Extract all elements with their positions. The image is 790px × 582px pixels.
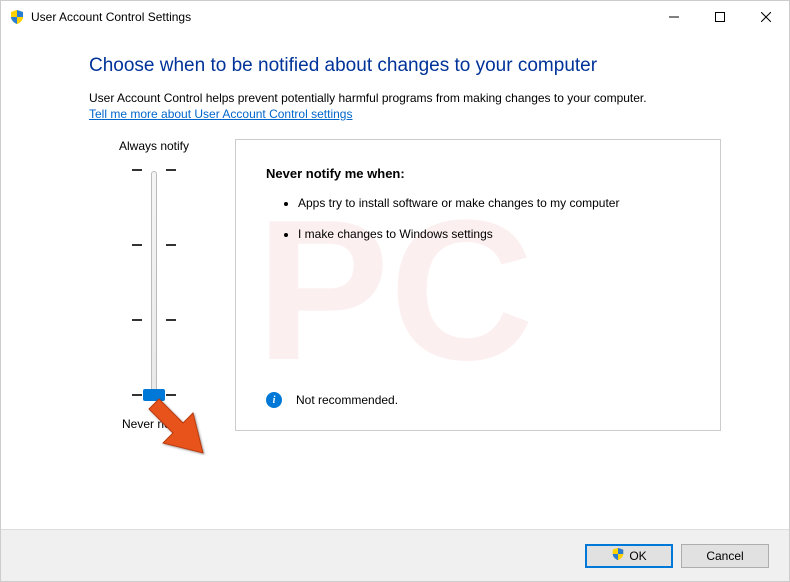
- content-area: Choose when to be notified about changes…: [1, 33, 789, 431]
- slider-bottom-label: Never notify: [89, 417, 219, 431]
- ok-button[interactable]: OK: [585, 544, 673, 568]
- shield-icon: [611, 547, 625, 564]
- slider-tick: [166, 169, 176, 171]
- footer-bar: OK Cancel: [1, 529, 789, 581]
- panel-bullet-list: Apps try to install software or make cha…: [266, 195, 690, 243]
- recommendation-row: i Not recommended.: [266, 392, 398, 408]
- slider-tick: [166, 319, 176, 321]
- recommendation-text: Not recommended.: [296, 393, 398, 407]
- info-icon: i: [266, 392, 282, 408]
- maximize-button[interactable]: [697, 1, 743, 33]
- slider-tick: [132, 244, 142, 246]
- cancel-button[interactable]: Cancel: [681, 544, 769, 568]
- slider-tick: [132, 319, 142, 321]
- panel-bullet: I make changes to Windows settings: [298, 226, 690, 243]
- cancel-button-label: Cancel: [706, 549, 743, 563]
- titlebar: User Account Control Settings: [1, 1, 789, 33]
- slider-tick: [166, 244, 176, 246]
- minimize-button[interactable]: [651, 1, 697, 33]
- slider-thumb[interactable]: [143, 389, 165, 401]
- window-title: User Account Control Settings: [31, 10, 651, 24]
- slider-track: [151, 171, 157, 399]
- level-description-panel: Never notify me when: Apps try to instal…: [235, 139, 721, 431]
- panel-bullet: Apps try to install software or make cha…: [298, 195, 690, 212]
- page-description: User Account Control helps prevent poten…: [89, 91, 721, 105]
- uac-window: User Account Control Settings PC Choose …: [0, 0, 790, 582]
- window-controls: [651, 1, 789, 33]
- shield-icon: [9, 9, 25, 25]
- slider-tick: [166, 394, 176, 396]
- learn-more-link[interactable]: Tell me more about User Account Control …: [89, 107, 352, 121]
- slider-top-label: Always notify: [89, 139, 219, 153]
- page-heading: Choose when to be notified about changes…: [89, 55, 721, 77]
- ok-button-label: OK: [629, 549, 646, 563]
- slider-tick: [132, 394, 142, 396]
- close-button[interactable]: [743, 1, 789, 33]
- slider-zone: Always notify Never notify: [89, 139, 219, 431]
- notification-slider[interactable]: [114, 165, 194, 405]
- slider-tick: [132, 169, 142, 171]
- panel-title: Never notify me when:: [266, 166, 690, 181]
